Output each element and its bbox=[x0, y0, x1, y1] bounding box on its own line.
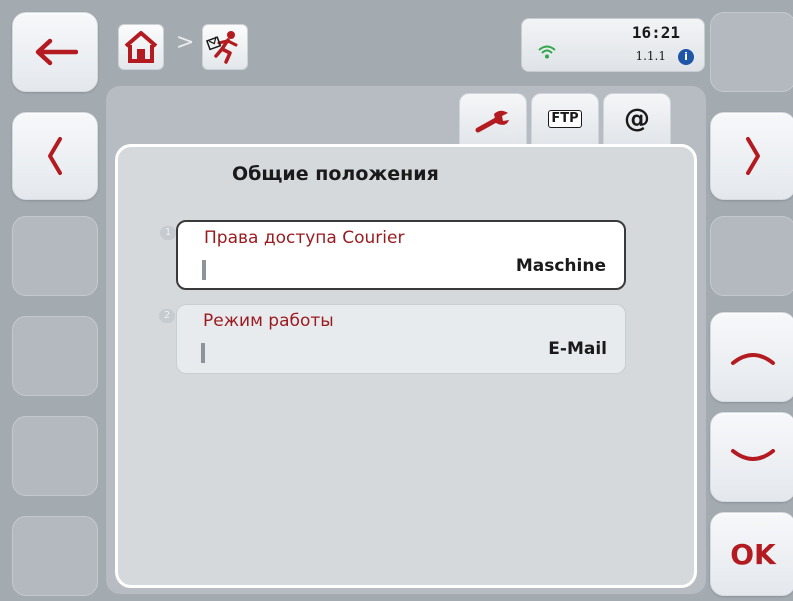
clock: 16:21 bbox=[631, 23, 680, 42]
info-badge-icon: i bbox=[678, 49, 694, 65]
item-value: E-Mail bbox=[548, 339, 607, 359]
item-label: Права доступа Courier bbox=[204, 228, 405, 248]
right-softkey-1 bbox=[710, 12, 793, 92]
back-button[interactable] bbox=[12, 12, 98, 92]
item-index: 2 bbox=[159, 309, 175, 323]
list-item-operating-mode[interactable]: 2 Режим работы E-Mail bbox=[159, 304, 626, 374]
chevron-up-icon bbox=[731, 353, 775, 365]
tab-ftp[interactable]: FTP bbox=[531, 93, 599, 145]
at-icon: @ bbox=[624, 104, 650, 134]
ftp-icon: FTP bbox=[548, 110, 582, 128]
scroll-up-button[interactable] bbox=[710, 312, 793, 402]
emergency-exit-icon bbox=[206, 31, 238, 64]
wrench-icon bbox=[475, 110, 509, 132]
version-label: 1.1.1 bbox=[635, 49, 666, 63]
breadcrumb-separator: > bbox=[176, 30, 195, 55]
item-index: 1 bbox=[160, 226, 176, 240]
wifi-icon bbox=[538, 45, 556, 59]
left-softkey-5 bbox=[12, 416, 98, 496]
tab-email[interactable]: @ bbox=[603, 93, 671, 145]
left-softkey-4 bbox=[12, 316, 98, 396]
item-value: Maschine bbox=[515, 256, 606, 276]
chevron-right-icon bbox=[746, 137, 760, 175]
chevron-down-icon bbox=[731, 449, 775, 461]
item-bar bbox=[202, 260, 206, 280]
item-bar bbox=[201, 343, 205, 363]
status-box: 16:21 1.1.1 i bbox=[521, 18, 705, 72]
right-softkey-3 bbox=[710, 216, 793, 296]
home-icon bbox=[124, 31, 158, 63]
tab-general-settings[interactable] bbox=[459, 93, 527, 151]
left-softkey-3 bbox=[12, 216, 98, 296]
left-softkey-6 bbox=[12, 516, 98, 596]
next-button[interactable] bbox=[710, 112, 793, 200]
list-item-courier-access[interactable]: 1 Права доступа Courier Maschine bbox=[160, 220, 626, 290]
back-arrow-icon bbox=[35, 38, 78, 66]
chevron-left-icon bbox=[48, 137, 62, 175]
ok-button[interactable]: OK bbox=[710, 512, 793, 596]
item-label: Режим работы bbox=[203, 311, 334, 331]
breadcrumb-courier[interactable] bbox=[202, 24, 248, 70]
breadcrumb-home[interactable] bbox=[118, 24, 164, 70]
previous-button[interactable] bbox=[12, 112, 98, 200]
scroll-down-button[interactable] bbox=[710, 412, 793, 502]
ok-label: OK bbox=[730, 537, 776, 571]
page-title: Общие положения bbox=[232, 163, 439, 185]
